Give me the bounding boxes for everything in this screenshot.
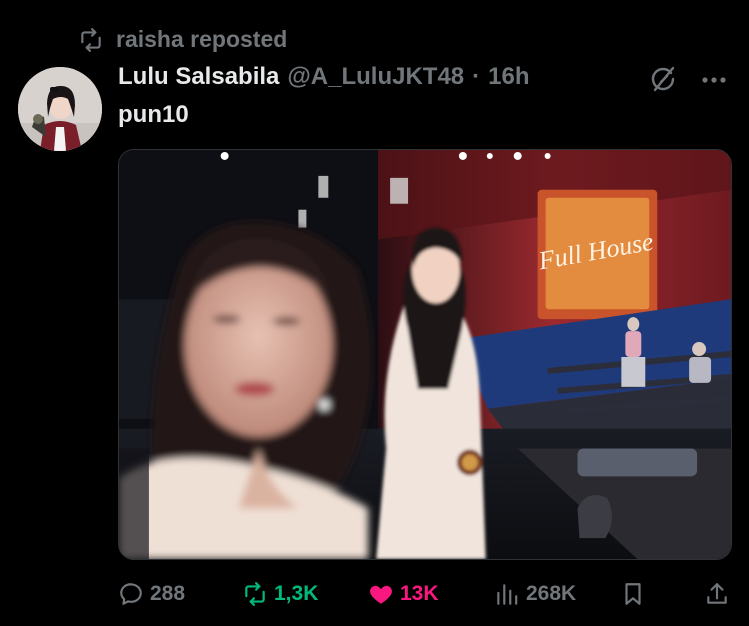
repost-context[interactable]: raisha reposted xyxy=(78,26,287,53)
views-icon xyxy=(497,584,518,605)
handle[interactable]: @A_LuluJKT48 xyxy=(287,63,464,91)
reply-button[interactable]: 288 xyxy=(118,576,185,612)
views-button[interactable]: 268K xyxy=(494,576,576,612)
repost-count: 1,3K xyxy=(274,582,319,605)
tweet[interactable]: raisha reposted Lulu Salsabila @A_LuluJK… xyxy=(0,0,749,626)
repost-button[interactable]: 1,3K xyxy=(242,576,318,612)
more-icon[interactable] xyxy=(699,66,729,94)
tweet-text: pun10 xyxy=(118,101,189,128)
like-button[interactable]: 13K xyxy=(368,576,439,612)
views-count: 268K xyxy=(526,582,577,605)
action-bar: 288 1,3K 13K 268K xyxy=(0,576,749,612)
heart-icon xyxy=(370,585,392,604)
timestamp[interactable]: 16h xyxy=(488,63,529,91)
share-button[interactable] xyxy=(704,576,730,612)
separator: · xyxy=(472,63,481,90)
bookmark-button[interactable] xyxy=(620,576,646,612)
reply-count: 288 xyxy=(150,582,186,605)
grok-icon[interactable] xyxy=(649,64,679,94)
bookmark-icon xyxy=(625,583,641,605)
share-icon xyxy=(707,583,727,604)
repost-icon xyxy=(81,27,101,52)
repost-icon xyxy=(245,582,265,606)
display-name[interactable]: Lulu Salsabila xyxy=(118,63,279,91)
tweet-photo[interactable]: Full House xyxy=(118,149,732,560)
tweet-header: Lulu Salsabila @A_LuluJKT48 · 16h xyxy=(118,63,530,91)
reply-icon xyxy=(120,583,142,605)
avatar[interactable] xyxy=(18,67,102,151)
repost-text: raisha reposted xyxy=(116,26,288,52)
like-count: 13K xyxy=(400,582,439,605)
